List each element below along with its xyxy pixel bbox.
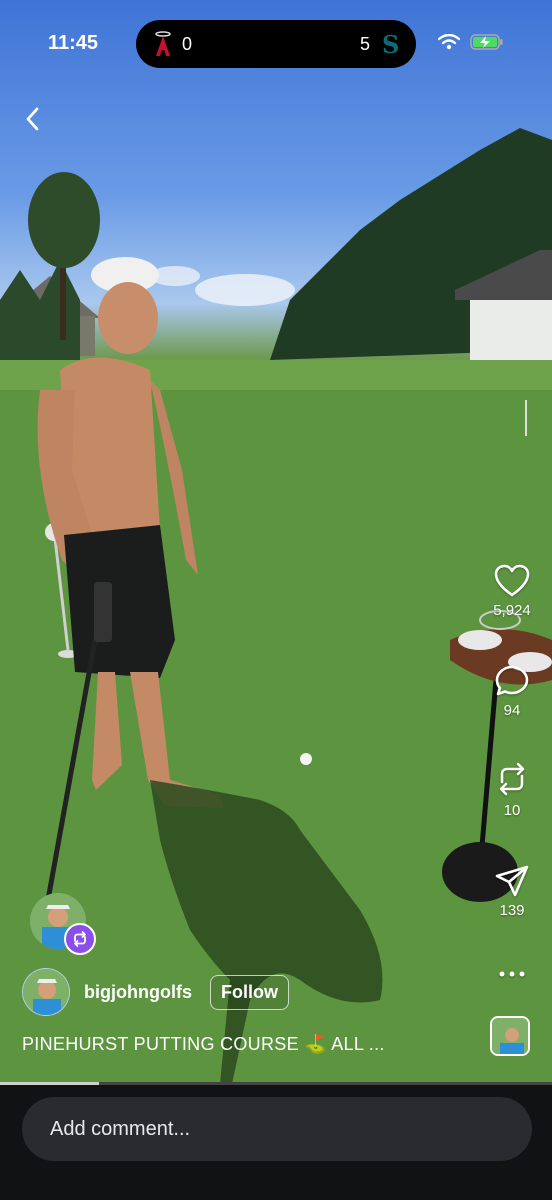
mariners-logo: S bbox=[382, 31, 398, 57]
comment-action[interactable]: 94 bbox=[492, 664, 532, 719]
add-comment-input[interactable]: Add comment... bbox=[22, 1097, 532, 1161]
remix-icon bbox=[74, 931, 86, 947]
follow-button[interactable]: Follow bbox=[209, 974, 289, 1010]
comment-count: 94 bbox=[503, 702, 521, 719]
send-icon[interactable] bbox=[494, 864, 530, 898]
comment-bubble-icon[interactable] bbox=[494, 664, 530, 698]
svg-text:S: S bbox=[382, 31, 398, 57]
comment-bar: Add comment... bbox=[0, 1085, 552, 1200]
author-avatar[interactable] bbox=[22, 968, 70, 1016]
home-score: 0 bbox=[182, 33, 193, 54]
live-score-activity[interactable]: 0 5 S bbox=[136, 20, 416, 68]
repost-action[interactable]: 10 bbox=[492, 760, 532, 819]
heart-icon[interactable] bbox=[494, 564, 530, 598]
like-count: 5,924 bbox=[493, 602, 531, 619]
status-time: 11:45 bbox=[48, 32, 99, 54]
repost-count: 10 bbox=[503, 802, 521, 819]
audio-thumbnail-image bbox=[492, 1018, 528, 1054]
more-horizontal-icon[interactable] bbox=[497, 962, 527, 986]
like-action[interactable]: 5,924 bbox=[492, 564, 532, 619]
original-audio-thumbnail[interactable] bbox=[490, 1016, 530, 1056]
home-team: 0 bbox=[154, 31, 192, 57]
avatar-image bbox=[23, 969, 69, 1015]
more-options-button[interactable] bbox=[492, 962, 532, 986]
post-caption[interactable]: PINEHURST PUTTING COURSE ⛳ ALL ... bbox=[22, 1034, 385, 1055]
away-score: 5 bbox=[359, 33, 370, 54]
repost-icon[interactable] bbox=[494, 760, 530, 798]
chevron-left-icon[interactable] bbox=[18, 104, 48, 134]
battery-charging-icon bbox=[470, 34, 503, 50]
wifi-icon bbox=[438, 34, 460, 50]
away-team: 5 S bbox=[360, 31, 398, 57]
share-count: 139 bbox=[499, 902, 525, 919]
angels-logo bbox=[155, 31, 171, 56]
share-action[interactable]: 139 bbox=[492, 864, 532, 919]
author-row: bigjohngolfs Follow bbox=[22, 968, 289, 1016]
remix-badge bbox=[64, 923, 96, 955]
author-username[interactable]: bigjohngolfs bbox=[84, 982, 192, 1003]
status-indicators bbox=[438, 34, 504, 50]
